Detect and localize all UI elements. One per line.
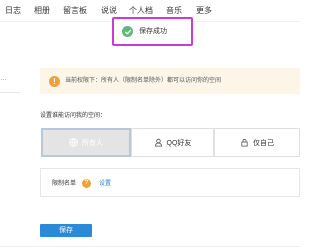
blacklist-label: 限制名单 <box>52 181 77 187</box>
friends-icon <box>154 138 163 147</box>
left-panel-divider <box>0 92 20 93</box>
nav-item-diary[interactable]: 日志 <box>5 7 21 15</box>
blacklist-settings-link[interactable]: 设置 <box>99 180 111 188</box>
left-panel-text: … <box>0 75 7 82</box>
access-option-label: QQ好友 <box>166 139 192 147</box>
nav-item-music[interactable]: 音乐 <box>166 7 182 15</box>
nav-item-more[interactable]: 更多 <box>196 7 212 15</box>
help-icon[interactable]: ? <box>82 179 91 188</box>
nav-item-album[interactable]: 相册 <box>34 7 50 15</box>
lock-icon <box>240 138 249 147</box>
check-icon <box>122 26 133 37</box>
permission-notice: ! 当前权限下：所有人（限制名单除外）都可以访问你的空间 <box>40 68 300 94</box>
notice-text: 当前权限下：所有人（限制名单除外）都可以访问你的空间 <box>65 78 222 84</box>
access-option-qq-friends[interactable]: QQ好友 <box>131 128 214 157</box>
info-icon: ! <box>49 76 60 87</box>
globe-icon <box>69 138 78 147</box>
blacklist-settings: 限制名单 ? 设置 <box>40 168 300 197</box>
nav-item-guestbook[interactable]: 留言板 <box>63 7 87 15</box>
access-option-only-me[interactable]: 仅自己 <box>214 128 300 157</box>
nav-item-shuoshuo[interactable]: 说说 <box>101 7 117 15</box>
access-option-label: 所有人 <box>82 139 103 147</box>
access-setting-label: 设置谁能访问我的空间： <box>40 113 107 119</box>
toast-message: 保存成功 <box>139 28 167 35</box>
access-option-label: 仅自己 <box>253 139 274 147</box>
save-button[interactable]: 保存 <box>40 224 92 237</box>
footer-divider <box>0 246 300 247</box>
access-option-everyone[interactable]: 所有人 <box>41 128 131 157</box>
save-success-toast: 保存成功 <box>112 17 193 46</box>
nav-item-profile[interactable]: 个人档 <box>129 7 153 15</box>
